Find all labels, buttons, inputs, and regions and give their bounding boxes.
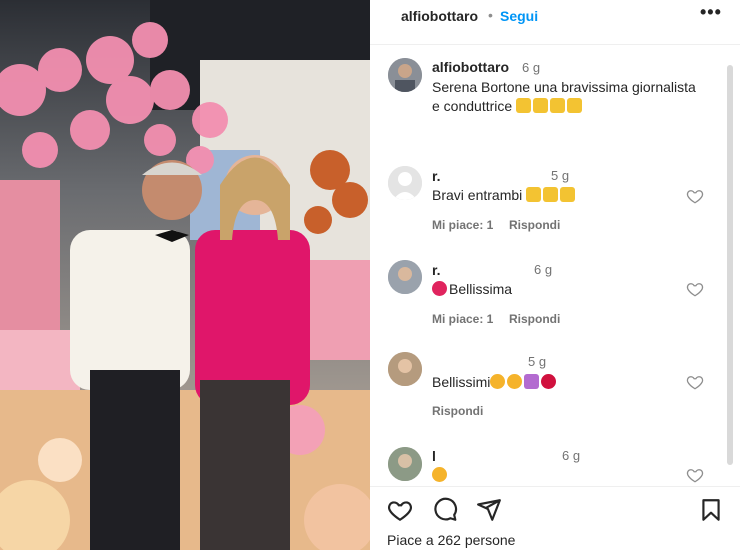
caption-text: Serena Bortone una bravissima giornalist… bbox=[432, 78, 702, 116]
heart-icon[interactable] bbox=[686, 280, 704, 298]
comment-timestamp: 6 g bbox=[562, 448, 581, 463]
avatar-image bbox=[388, 260, 422, 294]
clap-emoji-group bbox=[516, 98, 584, 114]
comment-text-content: Bravi entrambi bbox=[432, 187, 523, 203]
comment-text: Bellissima bbox=[432, 280, 512, 299]
reply-button[interactable]: Rispondi bbox=[509, 312, 560, 326]
clap-emoji-icon bbox=[533, 98, 549, 113]
clap-emoji-icon bbox=[516, 98, 532, 113]
clap-emoji-icon bbox=[526, 187, 542, 202]
kiss-lips-emoji-icon bbox=[541, 374, 557, 389]
post-header: alfiobottaro • Segui ••• bbox=[370, 0, 740, 45]
comment-icon[interactable] bbox=[432, 497, 458, 523]
person-emoji-icon bbox=[524, 374, 540, 389]
default-avatar-icon bbox=[388, 166, 422, 200]
smiling-hearts-emoji-icon bbox=[507, 374, 523, 389]
avatar-image bbox=[388, 447, 422, 481]
reply-button[interactable]: Rispondi bbox=[432, 404, 483, 418]
follow-button[interactable]: Segui bbox=[500, 8, 538, 24]
comment-text-content: Bellissima bbox=[449, 281, 513, 297]
heart-icon[interactable] bbox=[686, 466, 704, 484]
comment-username[interactable]: l bbox=[432, 448, 436, 464]
avatar[interactable] bbox=[388, 352, 422, 386]
author-username[interactable]: alfiobottaro bbox=[401, 8, 478, 24]
avatar-image bbox=[388, 352, 422, 386]
reply-button[interactable]: Rispondi bbox=[509, 218, 560, 232]
clap-emoji-icon bbox=[567, 98, 583, 113]
post-detail-panel: alfiobottaro • Segui ••• alfiobottaro 6 … bbox=[370, 0, 740, 550]
comment-like-count[interactable]: Mi piace: 1 bbox=[432, 218, 493, 232]
heart-icon[interactable] bbox=[686, 373, 704, 391]
caption-timestamp: 6 g bbox=[522, 60, 541, 75]
heart-eyes-emoji-icon bbox=[490, 374, 506, 389]
comment-username[interactable]: r. bbox=[432, 168, 441, 184]
clap-emoji-icon bbox=[550, 98, 566, 113]
bookmark-icon[interactable] bbox=[698, 497, 724, 523]
header-separator: • bbox=[488, 7, 493, 23]
avatar[interactable] bbox=[388, 447, 422, 481]
comment-timestamp: 5 g bbox=[551, 168, 570, 183]
avatar-image bbox=[388, 58, 422, 92]
comment-text: Bravi entrambi bbox=[432, 186, 577, 205]
red-heart-emoji-icon bbox=[432, 281, 447, 296]
comment-text bbox=[432, 466, 449, 485]
comment-like-count[interactable]: Mi piace: 1 bbox=[432, 312, 493, 326]
heart-icon[interactable] bbox=[686, 187, 704, 205]
comments-scrollbar[interactable] bbox=[725, 45, 735, 485]
clap-emoji-icon bbox=[560, 187, 576, 202]
more-icon[interactable]: ••• bbox=[700, 2, 722, 23]
comment-text-content: Bellissimi bbox=[432, 374, 491, 390]
post-photo[interactable] bbox=[0, 0, 370, 550]
scrollbar-thumb[interactable] bbox=[727, 65, 733, 465]
comment-timestamp: 6 g bbox=[534, 262, 553, 277]
like-count-text[interactable]: Piace a 262 persone bbox=[387, 532, 515, 548]
comment-text: Bellissimi bbox=[432, 373, 558, 392]
comment-username[interactable]: r. bbox=[432, 262, 441, 278]
comment-timestamp: 5 g bbox=[528, 354, 547, 369]
comments-list[interactable]: alfiobottaro 6 g Serena Bortone una brav… bbox=[370, 45, 722, 485]
post-photo-image bbox=[0, 0, 370, 550]
avatar-placeholder[interactable] bbox=[388, 166, 422, 200]
like-heart-icon[interactable] bbox=[387, 497, 413, 523]
heart-eyes-emoji-icon bbox=[432, 467, 447, 482]
clap-emoji-icon bbox=[543, 187, 559, 202]
avatar[interactable] bbox=[388, 260, 422, 294]
avatar[interactable] bbox=[388, 58, 422, 92]
share-icon[interactable] bbox=[476, 497, 502, 523]
caption-username[interactable]: alfiobottaro bbox=[432, 59, 509, 75]
